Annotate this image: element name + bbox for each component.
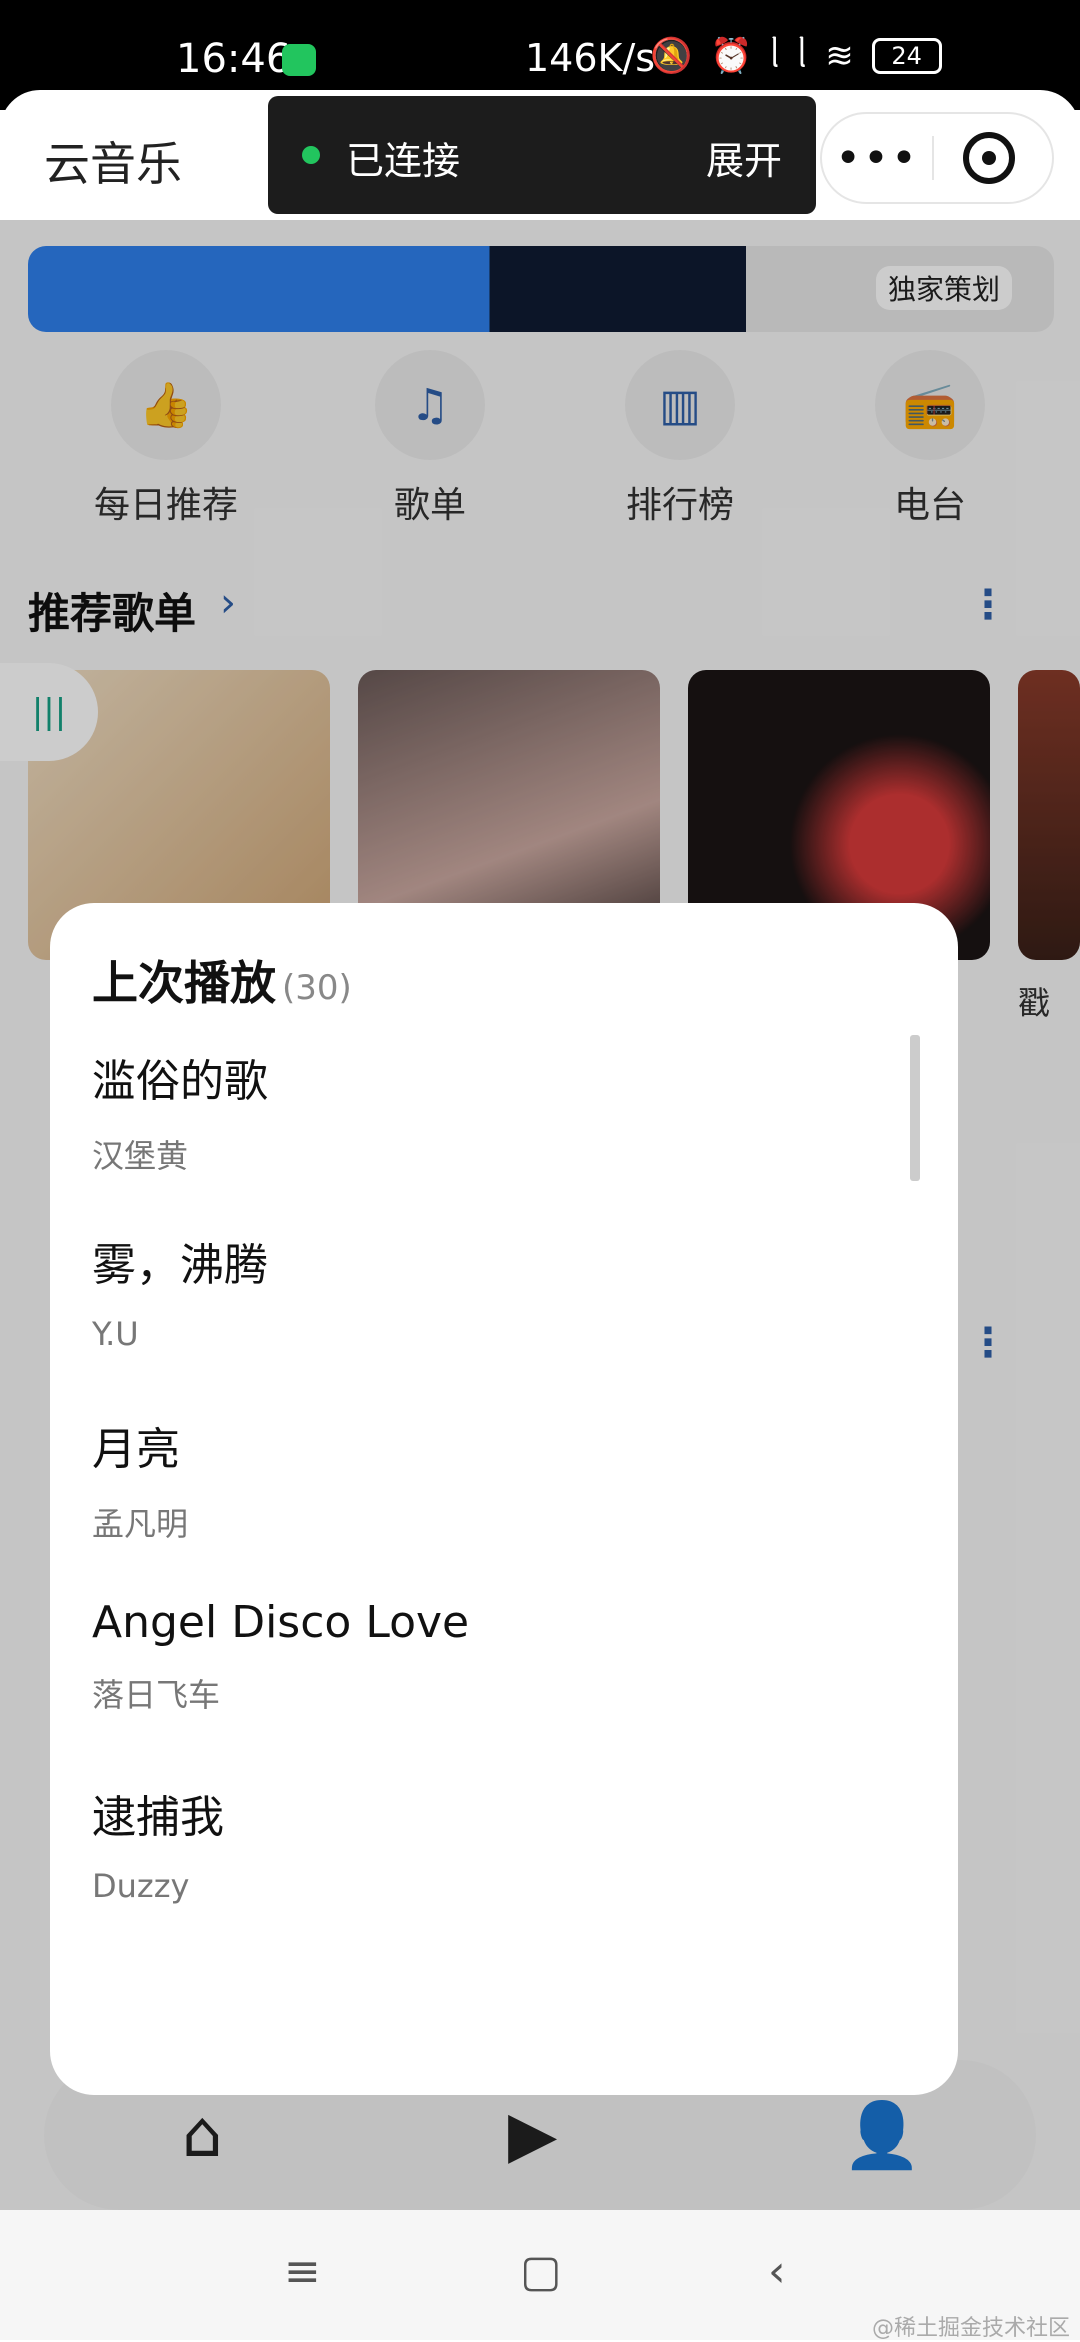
song-artist: Duzzy: [92, 1867, 190, 1905]
scrollbar[interactable]: [910, 1035, 920, 1181]
back-icon[interactable]: ‹: [768, 2246, 786, 2297]
target-circle-icon: [963, 132, 1015, 184]
song-title: 月亮: [92, 1424, 180, 1475]
exit-button[interactable]: [934, 132, 1044, 184]
home-square-icon[interactable]: ▢: [520, 2246, 562, 2297]
song-item[interactable]: 滥俗的歌 汉堡黄: [92, 1045, 872, 1177]
recent-play-sheet: 上次播放 (30) 滥俗的歌 汉堡黄 雾，沸腾 Y.U 月亮 孟凡明 Angel …: [50, 903, 958, 2095]
song-item[interactable]: 雾，沸腾 Y.U: [92, 1229, 872, 1353]
song-title: 滥俗的歌: [92, 1056, 268, 1107]
song-count: (30): [282, 968, 352, 1008]
capsule-menu: •••: [820, 112, 1054, 204]
song-artist: 落日飞车: [92, 1676, 221, 1714]
network-speed: 146K/s: [525, 36, 656, 80]
song-item[interactable]: 逮捕我 Duzzy: [92, 1781, 872, 1905]
song-item[interactable]: 月亮 孟凡明: [92, 1413, 872, 1545]
battery-icon: 24: [871, 38, 942, 74]
song-title: Angel Disco Love: [92, 1597, 470, 1648]
signal-icon: ᥣ: [797, 36, 808, 76]
wechat-icon: [282, 44, 316, 76]
menu-icon[interactable]: ≡: [284, 2246, 321, 2297]
sheet-title: 上次播放 (30): [92, 956, 352, 1010]
connection-toast: 已连接 展开: [268, 96, 816, 214]
wifi-icon: ≋: [825, 36, 854, 76]
more-options-button[interactable]: •••: [822, 133, 932, 184]
app-title: 云音乐: [44, 137, 182, 191]
system-nav-bar: ≡ ▢ ‹ @稀土掘金技术社区: [0, 2210, 1080, 2341]
mute-icon: 🔕: [650, 36, 693, 76]
song-artist: 汉堡黄: [92, 1137, 189, 1175]
connection-status: 已连接: [346, 139, 461, 183]
alarm-icon: ⏰: [710, 36, 753, 76]
watermark: @稀土掘金技术社区: [871, 2316, 1070, 2341]
connected-dot-icon: [302, 146, 320, 164]
song-artist: Y.U: [92, 1315, 139, 1353]
song-artist: 孟凡明: [92, 1505, 189, 1543]
song-title: 雾，沸腾: [92, 1240, 268, 1291]
clock: 16:46: [176, 36, 292, 82]
song-item[interactable]: Angel Disco Love 落日飞车: [92, 1597, 872, 1716]
expand-button[interactable]: 展开: [706, 130, 782, 185]
song-title: 逮捕我: [92, 1792, 224, 1843]
signal-icon: ᥣ: [770, 36, 780, 76]
